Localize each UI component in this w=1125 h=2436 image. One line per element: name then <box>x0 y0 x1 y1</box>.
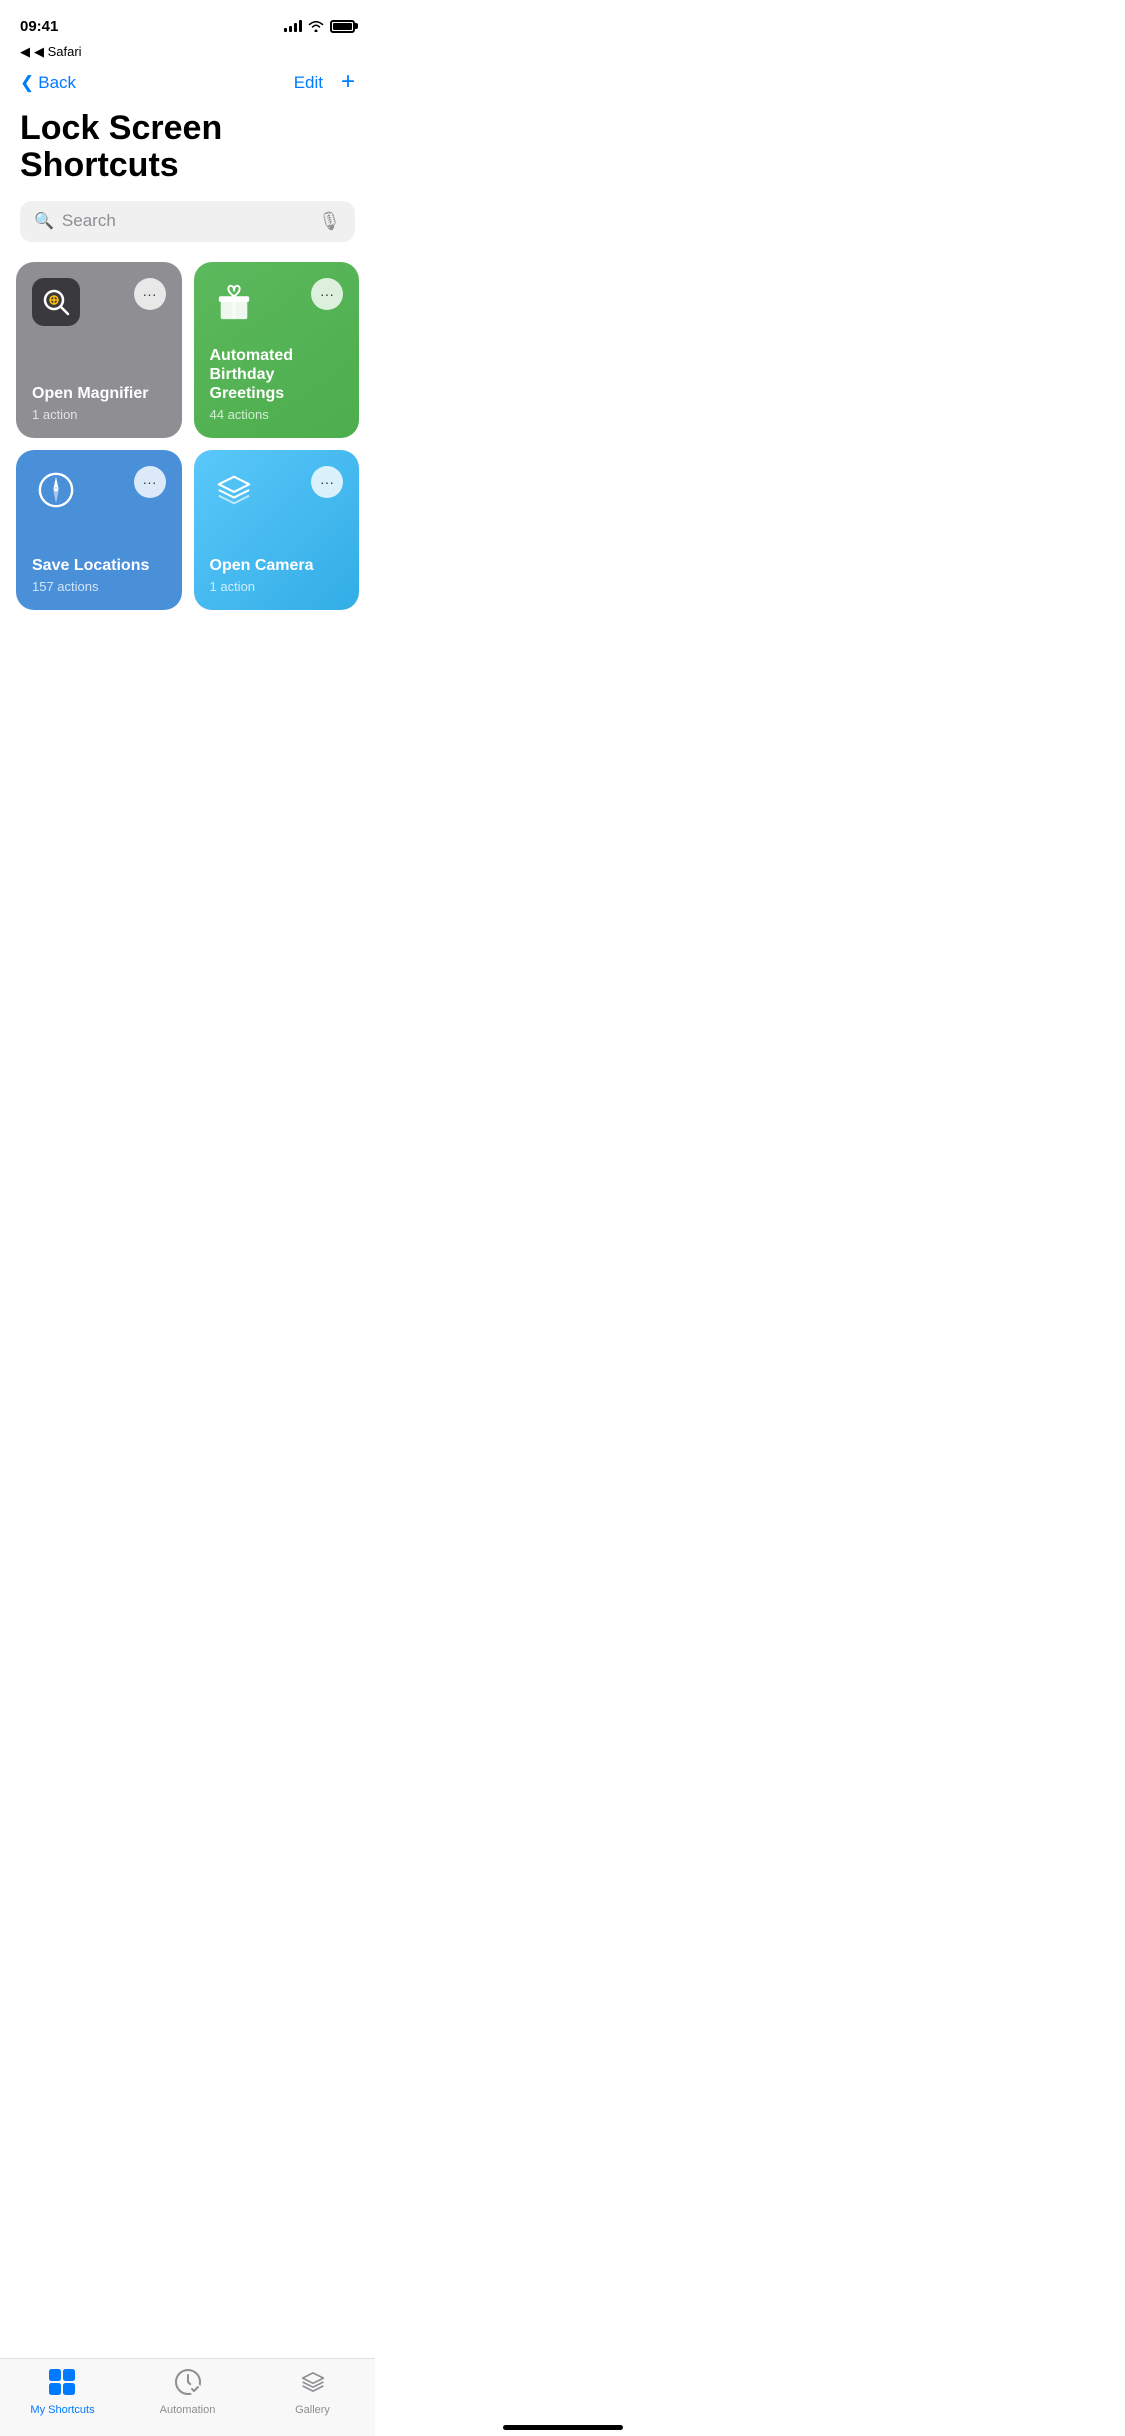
tab-my-shortcuts[interactable]: My Shortcuts <box>0 2369 125 2416</box>
card-header: ··· <box>32 466 166 514</box>
shortcut-card-open-camera[interactable]: ··· Open Camera 1 action <box>194 450 360 610</box>
more-options-button-birthday[interactable]: ··· <box>311 278 343 310</box>
shortcut-card-open-magnifier[interactable]: ··· Open Magnifier 1 action <box>16 262 182 439</box>
my-shortcuts-grid-icon <box>49 2369 77 2400</box>
shortcut-card-save-locations[interactable]: ··· Save Locations 157 actions <box>16 450 182 610</box>
card-header: ··· <box>210 278 344 326</box>
gift-icon <box>210 278 258 326</box>
tab-automation[interactable]: Automation <box>125 2369 250 2416</box>
shortcut-card-birthday-greetings[interactable]: ··· Automated Birthday Greetings 44 acti… <box>194 262 360 439</box>
nav-bar: ❮ Back Edit + <box>0 64 375 106</box>
status-icons <box>284 20 355 33</box>
shortcut-title: Open Magnifier <box>32 384 166 403</box>
tab-automation-label: Automation <box>160 2404 216 2416</box>
card-header: ··· <box>210 466 344 514</box>
clock-check-icon-svg <box>175 2369 201 2395</box>
compass-svg-icon <box>37 471 75 509</box>
back-button[interactable]: ❮ Back <box>20 73 76 93</box>
edit-button[interactable]: Edit <box>294 73 323 93</box>
search-icon: 🔍 <box>34 211 54 231</box>
add-button[interactable]: + <box>341 70 355 94</box>
shortcut-title: Automated Birthday Greetings <box>210 346 344 404</box>
card-footer: Save Locations 157 actions <box>32 556 166 594</box>
more-options-button-locations[interactable]: ··· <box>134 466 166 498</box>
more-options-button-camera[interactable]: ··· <box>311 466 343 498</box>
card-footer: Open Magnifier 1 action <box>32 384 166 422</box>
automation-icon <box>175 2369 201 2400</box>
shortcut-subtitle: 157 actions <box>32 579 166 594</box>
grid-icon-svg <box>49 2369 77 2395</box>
back-label: Back <box>38 73 76 93</box>
search-input[interactable]: Search <box>62 211 310 231</box>
gift-svg-icon <box>215 283 253 321</box>
microphone-icon[interactable]: 🎙 <box>318 211 341 232</box>
layers-icon <box>210 466 258 514</box>
tab-gallery[interactable]: Gallery <box>250 2369 375 2416</box>
shortcuts-grid: ··· Open Magnifier 1 action ··· Automate… <box>0 262 375 611</box>
card-footer: Automated Birthday Greetings 44 actions <box>210 346 344 423</box>
tab-gallery-label: Gallery <box>295 2404 330 2416</box>
layers-tab-icon-svg <box>300 2369 326 2395</box>
shortcut-title: Open Camera <box>210 556 344 575</box>
status-time: 09:41 <box>20 18 58 35</box>
tab-my-shortcuts-label: My Shortcuts <box>30 2404 94 2416</box>
page-title: Lock Screen Shortcuts <box>0 106 375 201</box>
shortcut-subtitle: 44 actions <box>210 407 344 422</box>
search-bar[interactable]: 🔍 Search 🎙 <box>20 201 355 242</box>
card-header: ··· <box>32 278 166 326</box>
layers-svg-icon <box>215 471 253 509</box>
magnifier-app-icon <box>32 278 80 326</box>
gallery-icon <box>300 2369 326 2400</box>
compass-icon <box>32 466 80 514</box>
home-indicator <box>503 2425 623 2430</box>
magnifier-icon <box>40 286 72 318</box>
shortcut-subtitle: 1 action <box>32 407 166 422</box>
safari-back-label: ◀ ◀ Safari <box>0 44 375 64</box>
status-bar: 09:41 <box>0 0 375 44</box>
shortcut-subtitle: 1 action <box>210 579 344 594</box>
card-footer: Open Camera 1 action <box>210 556 344 594</box>
shortcut-title: Save Locations <box>32 556 166 575</box>
more-options-button-magnifier[interactable]: ··· <box>134 278 166 310</box>
signal-icon <box>284 20 302 32</box>
back-chevron-icon: ❮ <box>20 73 34 93</box>
battery-icon <box>330 20 355 33</box>
nav-actions: Edit + <box>294 72 355 94</box>
wifi-icon <box>308 20 324 32</box>
tab-bar: My Shortcuts Automation Gallery <box>0 2358 375 2436</box>
